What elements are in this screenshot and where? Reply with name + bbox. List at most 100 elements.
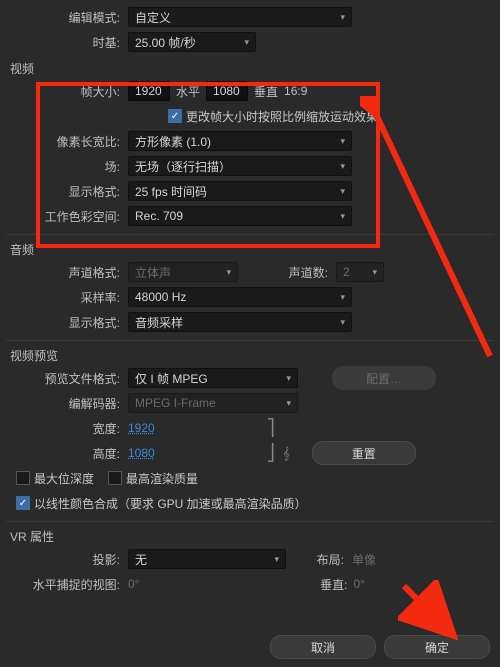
pixel-ar-select[interactable]: 方形像素 (1.0) ▾ bbox=[128, 131, 352, 151]
check-icon: ✓ bbox=[168, 109, 182, 123]
chevron-down-icon: ▾ bbox=[340, 136, 345, 147]
edit-mode-value: 自定义 bbox=[135, 9, 171, 26]
link-bracket-icon: ⎤ bbox=[155, 418, 275, 438]
audio-display-format-row: 显示格式: 音频采样 ▾ bbox=[6, 310, 494, 334]
timebase-select[interactable]: 25.00 帧/秒 ▾ bbox=[128, 32, 256, 52]
chevron-down-icon: ▾ bbox=[274, 554, 279, 565]
linear-composite-row: ✓ 以线性颜色合成（要求 GPU 加速或最高渲染品质） bbox=[6, 491, 494, 515]
frame-height-input[interactable]: 1080 bbox=[206, 81, 248, 101]
codec-label: 编解码器: bbox=[6, 395, 128, 412]
preview-width-input[interactable]: 1920 bbox=[128, 421, 155, 435]
frame-size-row: 帧大小: 1920 水平 1080 垂直 16:9 bbox=[6, 79, 494, 103]
vr-proj-label: 投影: bbox=[6, 551, 128, 568]
ch-count-label: 声道数: bbox=[238, 264, 336, 281]
audio-disp-fmt-value: 音频采样 bbox=[135, 314, 183, 331]
horizontal-label: 水平 bbox=[170, 83, 206, 100]
audio-disp-fmt-select[interactable]: 音频采样 ▾ bbox=[128, 312, 352, 332]
ch-count-select: 2 ▾ bbox=[336, 262, 384, 282]
checkbox-icon bbox=[16, 471, 30, 485]
cancel-button[interactable]: 取消 bbox=[270, 635, 376, 659]
preview-file-format-row: 预览文件格式: 仅 I 帧 MPEG ▾ 配置… bbox=[6, 366, 494, 390]
video-disp-fmt-select[interactable]: 25 fps 时间码 ▾ bbox=[128, 181, 352, 201]
edit-mode-select[interactable]: 自定义 ▾ bbox=[128, 7, 352, 27]
video-section-header: 视频 bbox=[10, 60, 494, 77]
vr-vfov-value: 0° bbox=[353, 577, 364, 591]
colorspace-label: 工作色彩空间: bbox=[6, 208, 128, 225]
colorspace-value: Rec. 709 bbox=[135, 209, 183, 223]
fields-row: 场: 无场（逐行扫描） ▾ bbox=[6, 154, 494, 178]
fields-label: 场: bbox=[6, 158, 128, 175]
vr-layout-value: 单像 bbox=[352, 551, 376, 568]
fields-select[interactable]: 无场（逐行扫描） ▾ bbox=[128, 156, 352, 176]
scale-motion-row: ✓ 更改帧大小时按照比例缩放运动效果 bbox=[6, 104, 494, 128]
dialog-footer: 取消 确定 bbox=[270, 635, 490, 659]
codec-row: 编解码器: MPEG I-Frame ▾ bbox=[6, 391, 494, 415]
scale-motion-checkbox[interactable]: ✓ 更改帧大小时按照比例缩放运动效果 bbox=[168, 108, 378, 125]
frame-width-input[interactable]: 1920 bbox=[128, 81, 170, 101]
preview-file-fmt-select[interactable]: 仅 I 帧 MPEG ▾ bbox=[128, 368, 298, 388]
max-bit-depth-checkbox[interactable]: 最大位深度 bbox=[16, 470, 94, 487]
chevron-down-icon: ▾ bbox=[286, 373, 291, 384]
divider bbox=[6, 340, 494, 341]
sequence-settings-dialog: 编辑模式: 自定义 ▾ 时基: 25.00 帧/秒 ▾ 视频 帧大小: 1920… bbox=[0, 0, 500, 667]
timebase-value: 25.00 帧/秒 bbox=[135, 34, 196, 51]
vr-vfov-label: 垂直: bbox=[309, 576, 353, 593]
pixel-ar-value: 方形像素 (1.0) bbox=[135, 133, 211, 150]
codec-value: MPEG I-Frame bbox=[135, 396, 216, 410]
preview-width-label: 宽度: bbox=[6, 420, 128, 437]
chevron-down-icon: ▾ bbox=[340, 211, 345, 222]
codec-select: MPEG I-Frame ▾ bbox=[128, 393, 298, 413]
divider bbox=[6, 234, 494, 235]
chevron-down-icon: ▾ bbox=[340, 292, 345, 303]
preview-quality-row: 最大位深度 最高渲染质量 bbox=[6, 466, 494, 490]
chevron-down-icon: ▾ bbox=[340, 12, 345, 23]
scale-motion-label: 更改帧大小时按照比例缩放运动效果 bbox=[186, 108, 378, 125]
vertical-label: 垂直 bbox=[248, 83, 284, 100]
pixel-ar-row: 像素长宽比: 方形像素 (1.0) ▾ bbox=[6, 129, 494, 153]
frame-size-label: 帧大小: bbox=[6, 83, 128, 100]
vr-layout-label: 布局: bbox=[286, 551, 352, 568]
ch-fmt-label: 声道格式: bbox=[6, 264, 128, 281]
preview-height-input[interactable]: 1080 bbox=[128, 446, 155, 460]
reset-button[interactable]: 重置 bbox=[312, 441, 416, 465]
audio-section-header: 音频 bbox=[10, 241, 494, 258]
preview-file-fmt-value: 仅 I 帧 MPEG bbox=[135, 370, 208, 387]
timebase-row: 时基: 25.00 帧/秒 ▾ bbox=[6, 30, 494, 54]
linear-composite-checkbox[interactable]: ✓ 以线性颜色合成（要求 GPU 加速或最高渲染品质） bbox=[16, 495, 307, 512]
ch-fmt-select: 立体声 ▾ bbox=[128, 262, 238, 282]
chevron-down-icon: ▾ bbox=[340, 161, 345, 172]
vr-proj-value: 无 bbox=[135, 551, 147, 568]
vr-section-header: VR 属性 bbox=[10, 528, 494, 545]
vr-hfov-value: 0° bbox=[128, 577, 139, 591]
preview-height-label: 高度: bbox=[6, 445, 128, 462]
vr-proj-select[interactable]: 无 ▾ bbox=[128, 549, 286, 569]
ch-count-value: 2 bbox=[343, 265, 350, 279]
preview-width-row: 宽度: 1920 ⎤ bbox=[6, 416, 494, 440]
checkbox-icon bbox=[108, 471, 122, 485]
timebase-label: 时基: bbox=[6, 34, 128, 51]
configure-button: 配置… bbox=[332, 366, 436, 390]
preview-file-fmt-label: 预览文件格式: bbox=[6, 370, 128, 387]
chevron-down-icon: ▾ bbox=[340, 317, 345, 328]
sample-rate-value: 48000 Hz bbox=[135, 290, 186, 304]
sample-rate-row: 采样率: 48000 Hz ▾ bbox=[6, 285, 494, 309]
channel-format-row: 声道格式: 立体声 ▾ 声道数: 2 ▾ bbox=[6, 260, 494, 284]
max-render-quality-checkbox[interactable]: 最高渲染质量 bbox=[108, 470, 198, 487]
sample-rate-select[interactable]: 48000 Hz ▾ bbox=[128, 287, 352, 307]
colorspace-row: 工作色彩空间: Rec. 709 ▾ bbox=[6, 204, 494, 228]
sample-rate-label: 采样率: bbox=[6, 289, 128, 306]
vr-fov-row: 水平捕捉的视图: 0° 垂直: 0° bbox=[6, 572, 494, 596]
video-disp-fmt-value: 25 fps 时间码 bbox=[135, 183, 207, 200]
aspect-ratio: 16:9 bbox=[284, 84, 307, 98]
ok-button[interactable]: 确定 bbox=[384, 635, 490, 659]
video-display-format-row: 显示格式: 25 fps 时间码 ▾ bbox=[6, 179, 494, 203]
vr-projection-row: 投影: 无 ▾ 布局: 单像 bbox=[6, 547, 494, 571]
video-disp-fmt-label: 显示格式: bbox=[6, 183, 128, 200]
edit-mode-row: 编辑模式: 自定义 ▾ bbox=[6, 5, 494, 29]
vr-hfov-label: 水平捕捉的视图: bbox=[6, 576, 128, 593]
audio-disp-fmt-label: 显示格式: bbox=[6, 314, 128, 331]
fields-value: 无场（逐行扫描） bbox=[135, 158, 231, 175]
colorspace-select[interactable]: Rec. 709 ▾ bbox=[128, 206, 352, 226]
ch-fmt-value: 立体声 bbox=[135, 264, 171, 281]
link-icon[interactable]: 𝄞 bbox=[275, 446, 298, 461]
